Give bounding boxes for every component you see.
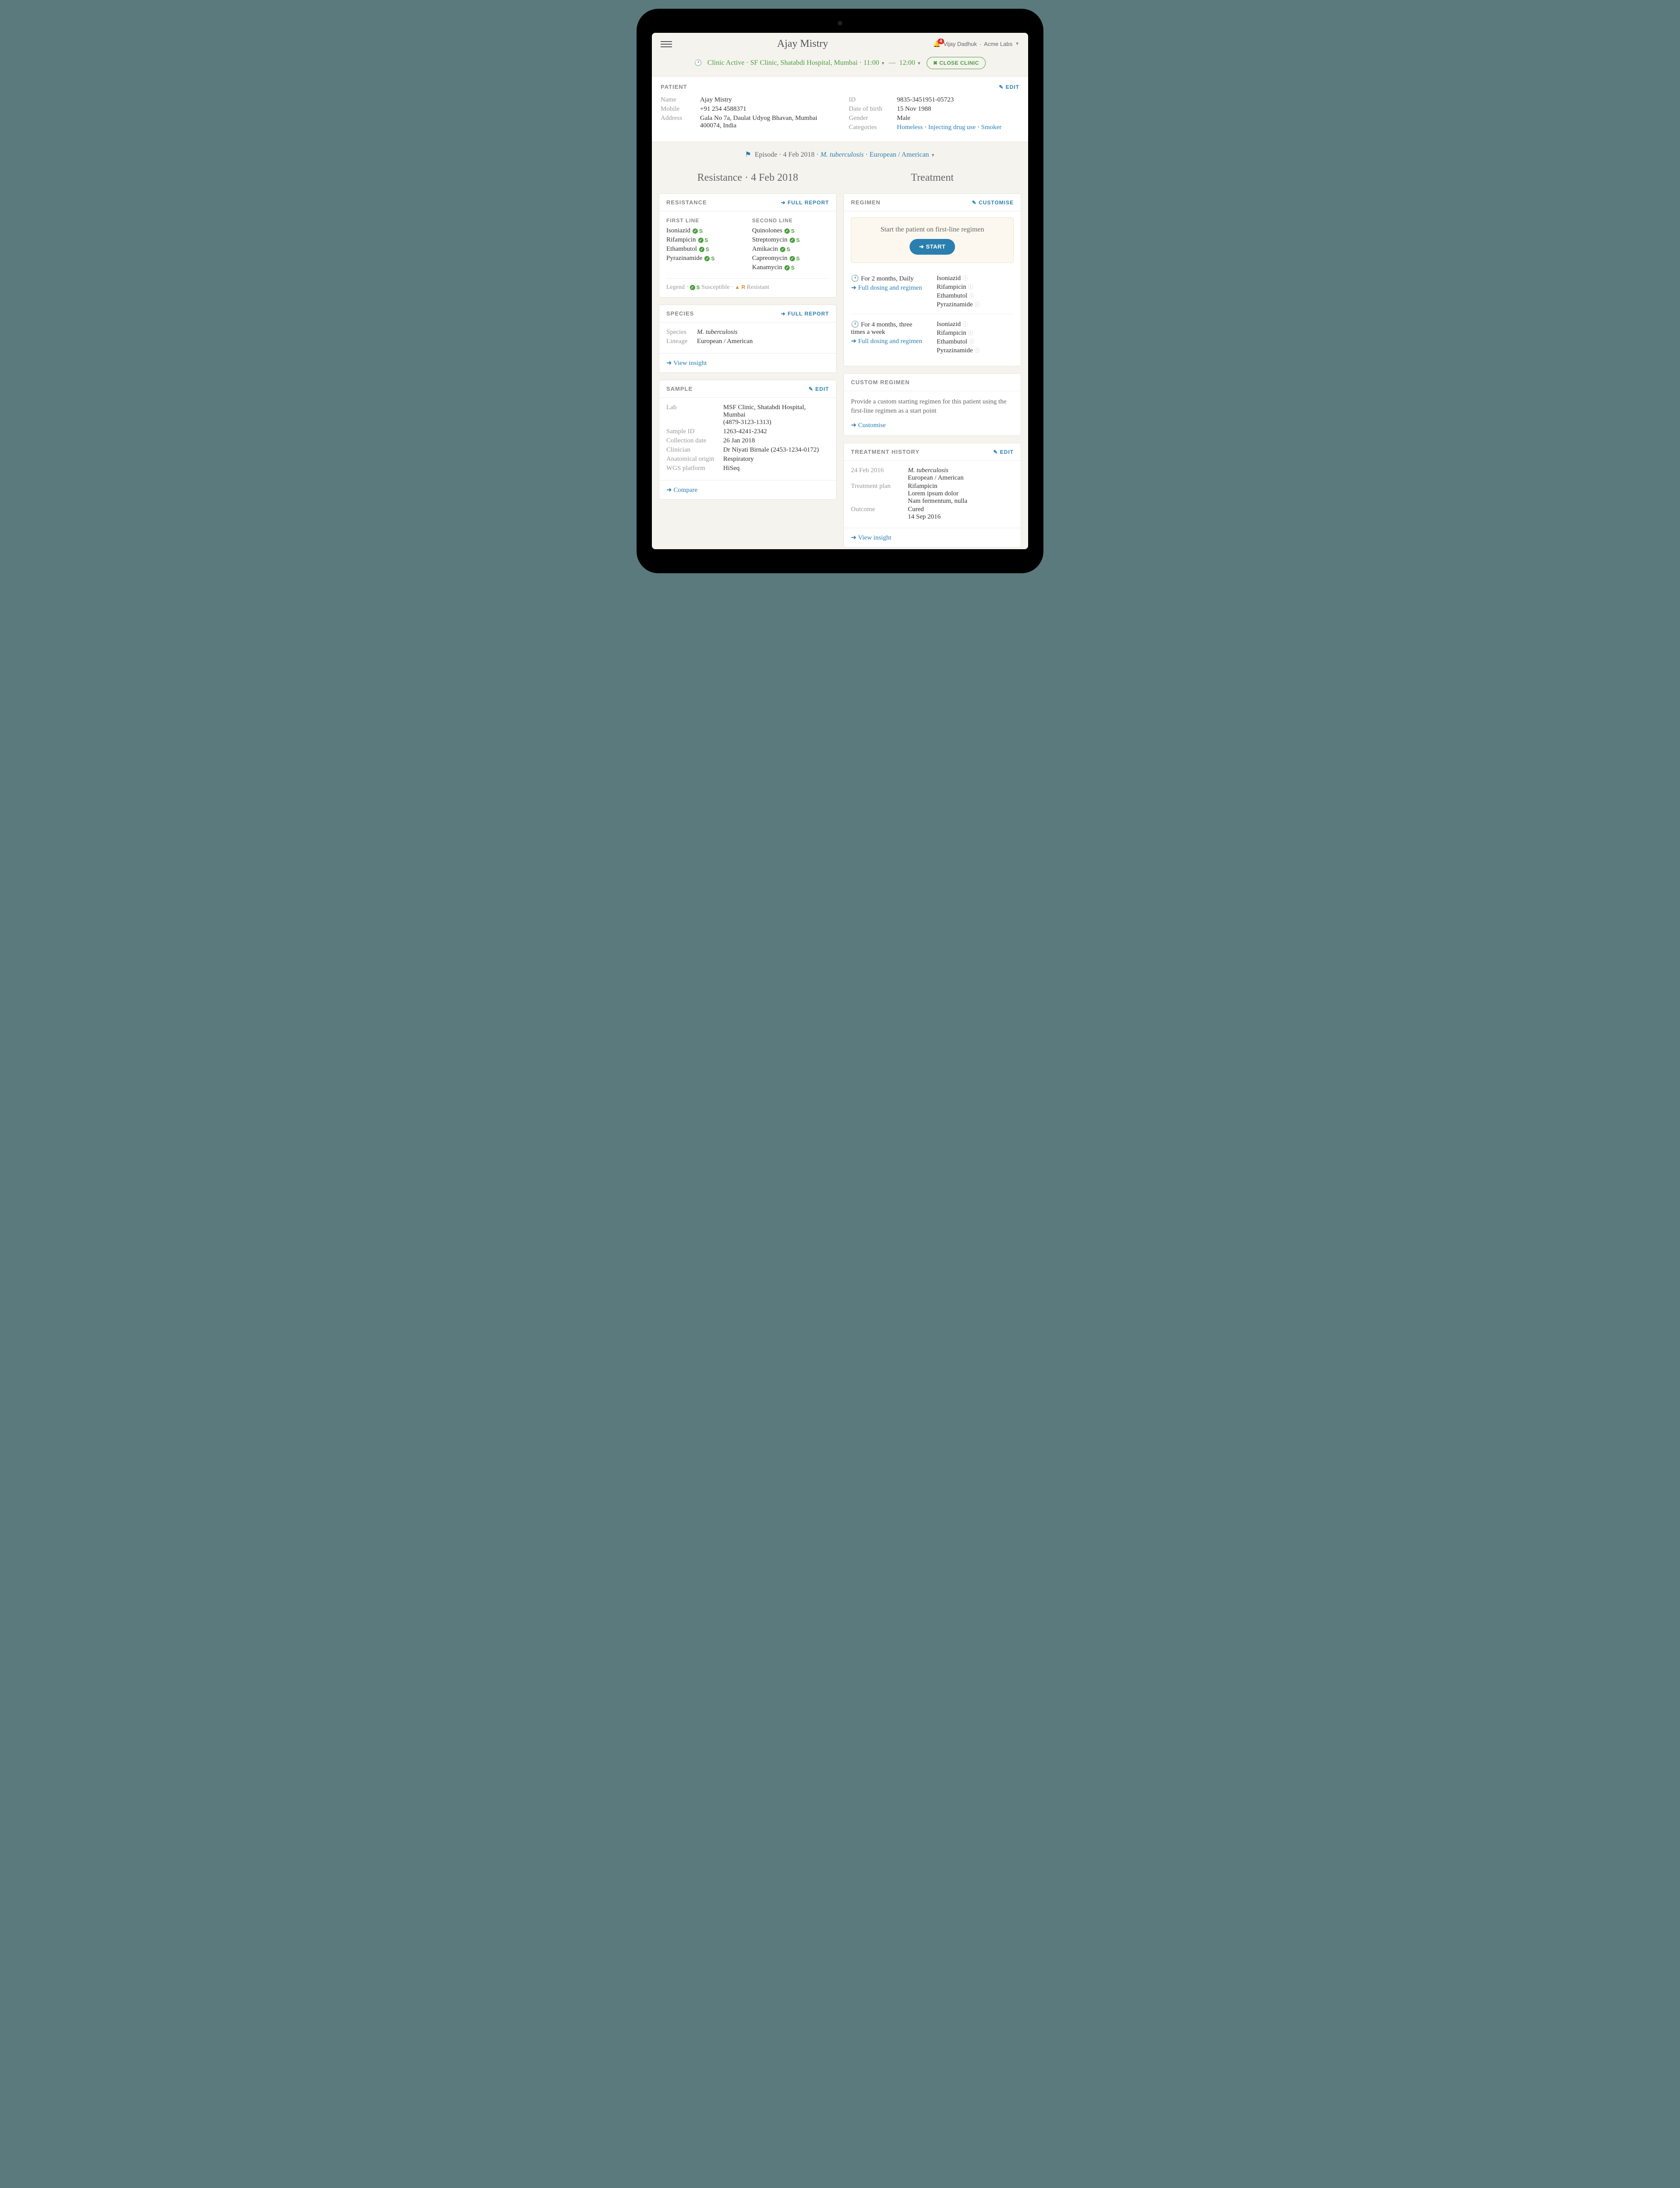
full-dosing-link[interactable]: ➜ Full dosing and regimen — [851, 284, 928, 292]
history-view-insight-button[interactable]: ➜ View insight — [844, 528, 1021, 547]
patient-name: Ajay Mistry — [700, 96, 831, 104]
sample-card: SAMPLE ✎ EDIT LabMSF Clinic, Shatabdi Ho… — [659, 380, 836, 500]
view-insight-button[interactable]: ➜ View insight — [659, 353, 836, 372]
chevron-down-icon: ▼ — [931, 153, 935, 158]
customise-link[interactable]: ➜ Customise — [851, 421, 1014, 429]
full-dosing-link[interactable]: ➜ Full dosing and regimen — [851, 337, 928, 345]
close-clinic-button[interactable]: ✖ CLOSE CLINIC — [927, 57, 986, 69]
drug-row: Capreomycin✓S — [752, 255, 829, 262]
user-area: 🔔4 Vijay Dadhuk · Acme Labs ▼ — [933, 40, 1019, 48]
notification-badge: 4 — [938, 39, 945, 44]
check-icon: ✓ — [699, 247, 704, 252]
check-icon: ✓ — [704, 256, 710, 261]
topbar: Ajay Mistry 🔔4 Vijay Dadhuk · Acme Labs … — [652, 33, 1028, 53]
drug-row: Rifampicin✓S — [666, 236, 743, 244]
info-icon[interactable]: ⓘ — [968, 330, 973, 336]
regimen-block: 🕐For 2 months, Daily ➜ Full dosing and r… — [851, 270, 1014, 314]
drug-row: Pyrazinamide✓S — [666, 255, 743, 262]
check-icon: ✓ — [790, 238, 795, 243]
drug-row: Isoniazid✓S — [666, 227, 743, 235]
info-icon[interactable]: ⓘ — [962, 275, 968, 281]
clinic-location: SF Clinic, Shatabdi Hospital, Mumbai — [750, 59, 858, 67]
clinic-status: Clinic Active — [707, 59, 745, 67]
resistance-card: RESISTANCE ➜ FULL REPORT FIRST LINE Ison… — [659, 193, 836, 298]
org-name[interactable]: Acme Labs — [984, 41, 1012, 47]
species-full-report-button[interactable]: ➜ FULL REPORT — [781, 311, 829, 317]
patient-categories: Homeless · Injecting drug use · Smoker — [897, 124, 1019, 131]
patient-gender: Male — [897, 115, 1019, 122]
patient-dob: 15 Nov 1988 — [897, 105, 1019, 113]
patient-heading: PATIENT — [661, 84, 687, 90]
check-icon: ✓ — [693, 228, 698, 234]
clinic-bar: 🕐 Clinic Active · SF Clinic, Shatabdi Ho… — [652, 53, 1028, 76]
treatment-title: Treatment — [844, 172, 1021, 184]
start-button[interactable]: ➜ START — [910, 239, 955, 255]
patient-section: PATIENT ✎ EDIT NameAjay Mistry Mobile+91… — [652, 76, 1028, 142]
check-icon: ✓ — [784, 265, 790, 270]
patient-edit-button[interactable]: ✎ EDIT — [999, 84, 1019, 90]
clock-icon: 🕐 — [851, 275, 859, 282]
info-icon[interactable]: ⓘ — [969, 293, 974, 299]
check-icon: ✓ — [784, 228, 790, 234]
check-icon: ✓ — [790, 256, 795, 261]
drug-row: Kanamycin✓S — [752, 264, 829, 271]
resistance-legend: Legend · ✓S Susceptible · ▲ R Resistant — [666, 278, 829, 291]
info-icon[interactable]: ⓘ — [962, 321, 968, 327]
clinic-time-end[interactable]: 12:00 — [899, 59, 915, 67]
tablet-frame: Ajay Mistry 🔔4 Vijay Dadhuk · Acme Labs … — [637, 9, 1043, 573]
clock-icon: 🕐 — [694, 60, 702, 67]
menu-icon[interactable] — [661, 41, 672, 47]
treatment-history-card: TREATMENT HISTORY ✎ EDIT 24 Feb 2016M. t… — [844, 443, 1021, 547]
app-screen: Ajay Mistry 🔔4 Vijay Dadhuk · Acme Labs … — [652, 33, 1028, 549]
drug-row: Quinolones✓S — [752, 227, 829, 235]
clinic-time-start[interactable]: 11:00 — [864, 59, 879, 67]
flag-icon: ⚑ — [745, 151, 751, 158]
drug-row: Amikacin✓S — [752, 245, 829, 253]
compare-button[interactable]: ➜ Compare — [659, 480, 836, 499]
check-icon: ✓ — [690, 285, 695, 290]
drug-row: Ethambutol✓S — [666, 245, 743, 253]
patient-address: Gala No 7a, Daulat Udyog Bhavan, Mumbai4… — [700, 115, 831, 130]
resistance-full-report-button[interactable]: ➜ FULL REPORT — [781, 200, 829, 206]
resistance-title: Resistance · 4 Feb 2018 — [659, 172, 836, 184]
drug-row: Streptomycin✓S — [752, 236, 829, 244]
info-icon[interactable]: ⓘ — [974, 302, 980, 308]
tablet-camera — [838, 21, 842, 25]
regimen-card: REGIMEN ✎ CUSTOMISE Start the patient on… — [844, 193, 1021, 366]
regimen-start-panel: Start the patient on first-line regimen … — [851, 217, 1014, 263]
patient-mobile: +91 254 4588371 — [700, 105, 831, 113]
info-icon[interactable]: ⓘ — [969, 339, 974, 345]
history-edit-button[interactable]: ✎ EDIT — [993, 449, 1014, 455]
regimen-block: 🕐For 4 months, three times a week ➜ Full… — [851, 314, 1014, 360]
info-icon[interactable]: ⓘ — [974, 347, 980, 354]
custom-regimen-card: CUSTOM REGIMEN Provide a custom starting… — [844, 373, 1021, 436]
bell-icon[interactable]: 🔔4 — [933, 40, 941, 48]
sample-edit-button[interactable]: ✎ EDIT — [808, 386, 829, 392]
page-title: Ajay Mistry — [672, 38, 933, 50]
species-card: SPECIES ➜ FULL REPORT SpeciesM. tubercul… — [659, 305, 836, 373]
customise-button[interactable]: ✎ CUSTOMISE — [972, 200, 1014, 206]
check-icon: ✓ — [698, 238, 704, 243]
episode-bar[interactable]: ⚑ Episode · 4 Feb 2018 · M. tuberculosis… — [652, 142, 1028, 165]
patient-id: 9835-3451951-05723 — [897, 96, 1019, 104]
info-icon[interactable]: ⓘ — [968, 284, 973, 290]
warning-icon: ▲ R — [735, 284, 745, 290]
chevron-down-icon[interactable]: ▼ — [1015, 42, 1019, 46]
user-name[interactable]: Vijay Dadhuk — [943, 41, 976, 47]
check-icon: ✓ — [780, 247, 785, 252]
clock-icon: 🕐 — [851, 321, 859, 328]
